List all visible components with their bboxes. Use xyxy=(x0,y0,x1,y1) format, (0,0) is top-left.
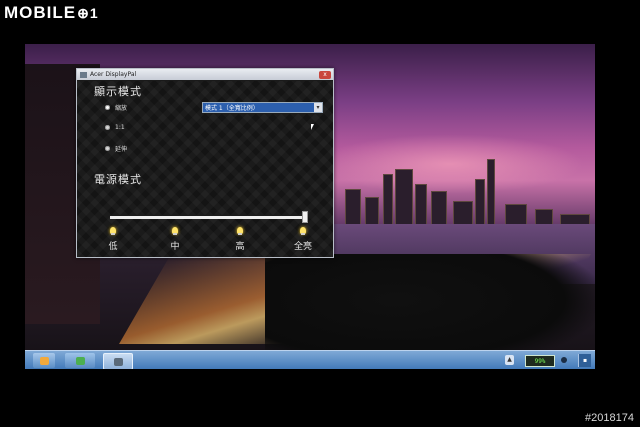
logo-text: MOBILE xyxy=(4,3,77,22)
level-label-low: 低 xyxy=(108,242,118,252)
power-mode-heading: 電源模式 xyxy=(94,173,142,186)
radio-dot xyxy=(105,125,110,130)
city-skyline xyxy=(335,159,595,229)
brightness-slider-thumb[interactable] xyxy=(302,211,308,223)
media-player-icon xyxy=(39,356,49,365)
dropdown-value: 模式 1（全寬比例） xyxy=(205,105,259,112)
radio-option-1to1[interactable]: 1:1 xyxy=(105,124,125,131)
radio-option-extend[interactable]: 延伸 xyxy=(105,144,127,153)
logo-mark: ⊕1 xyxy=(77,4,99,21)
taskbar-app-button[interactable] xyxy=(65,353,95,368)
app-icon xyxy=(80,71,87,78)
close-button[interactable]: x xyxy=(319,70,331,79)
bulb-icon xyxy=(300,227,306,235)
radio-option-scale[interactable]: 縮放 xyxy=(105,103,127,112)
bulb-icon xyxy=(237,227,243,235)
radio-dot xyxy=(105,146,110,151)
mouse-pointer-icon xyxy=(311,124,314,130)
battery-indicator[interactable]: 99% xyxy=(525,355,555,367)
mode-dropdown[interactable]: 模式 1（全寬比例） ▾ xyxy=(202,102,323,113)
taskbar-displaypal-button[interactable] xyxy=(103,353,133,369)
window-titlebar[interactable]: Acer DisplayPal x xyxy=(77,69,333,80)
bulb-icon xyxy=(110,227,116,235)
battery-percent: 99% xyxy=(534,357,546,365)
level-label-full: 全亮 xyxy=(293,242,313,252)
radio-label: 延伸 xyxy=(115,146,128,153)
radio-dot xyxy=(105,105,110,110)
window-title: Acer DisplayPal xyxy=(90,71,137,78)
mobile01-logo: MOBILE ⊕1 xyxy=(4,2,99,24)
displaypal-window: Acer DisplayPal x 顯示模式 縮放 1:1 延伸 模式 1（全寬… xyxy=(76,68,334,258)
desktop-screen: Acer DisplayPal x 顯示模式 縮放 1:1 延伸 模式 1（全寬… xyxy=(25,44,595,369)
bulb-icon xyxy=(172,227,178,235)
tray-expand-icon[interactable]: ▲ xyxy=(505,355,514,365)
taskbar: ▲ 99% ▪ xyxy=(25,350,595,369)
start-button[interactable] xyxy=(33,353,55,368)
tray-status-icon[interactable] xyxy=(561,357,567,363)
level-label-medium: 中 xyxy=(170,242,180,252)
photo-id-watermark: #2018174 xyxy=(585,412,634,424)
display-mode-heading: 顯示模式 xyxy=(94,85,142,98)
level-label-high: 高 xyxy=(235,242,245,252)
window-body: 顯示模式 縮放 1:1 延伸 模式 1（全寬比例） ▾ 電源模式 低 中 高 全… xyxy=(77,81,333,257)
brightness-slider-fill xyxy=(110,216,305,219)
chevron-down-icon[interactable]: ▾ xyxy=(314,103,322,112)
radio-label: 1:1 xyxy=(115,124,125,131)
app-icon xyxy=(75,356,85,365)
display-icon xyxy=(113,357,123,366)
show-desktop-button[interactable]: ▪ xyxy=(578,354,591,367)
radio-label: 縮放 xyxy=(115,105,128,112)
